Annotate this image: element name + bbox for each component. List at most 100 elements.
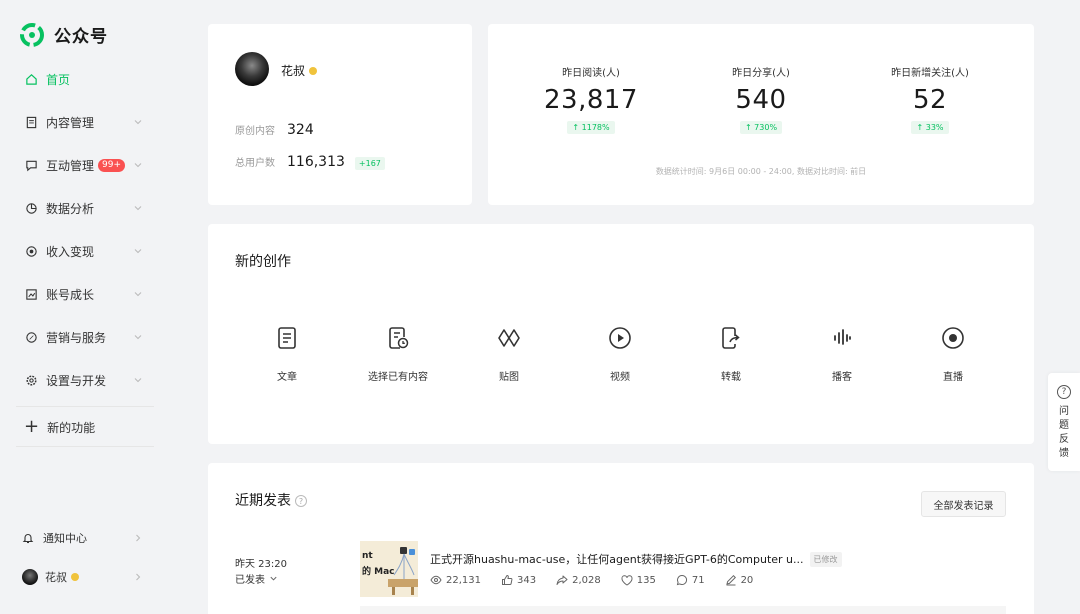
- post-status-label: 已发表: [235, 575, 265, 586]
- create-article-button[interactable]: 文章: [242, 324, 332, 383]
- podcast-icon: [828, 324, 856, 352]
- pencil-icon: [725, 574, 741, 586]
- sidebar-item-label: 首页: [46, 72, 71, 87]
- tool-label: 选择已有内容: [368, 372, 428, 383]
- account-name: 花叔: [45, 571, 67, 584]
- profile-name-text: 花叔: [281, 64, 306, 78]
- post-title[interactable]: 正式开源huashu-mac-use，让任何agent获得接近GPT-6的Com…: [430, 551, 842, 567]
- sidebar-item-label: 设置与开发: [46, 373, 107, 388]
- help-icon: ?: [1057, 385, 1071, 399]
- create-video-button[interactable]: 视频: [575, 324, 665, 383]
- stat-value: 52: [912, 85, 948, 115]
- shares-metric: 2,028: [556, 574, 601, 586]
- likes-metric: 343: [501, 574, 536, 586]
- stat-value: 540: [735, 85, 787, 115]
- heart-icon: [621, 574, 637, 586]
- sidebar-item-settings[interactable]: 设置与开发: [0, 365, 155, 395]
- post-thumbnail[interactable]: nt 的 Mac: [360, 541, 418, 597]
- thumbnail-illustration: [388, 547, 418, 595]
- create-repost-button[interactable]: 转载: [686, 324, 776, 383]
- pie-chart-icon: [24, 201, 38, 215]
- chevron-down-icon: [133, 203, 143, 213]
- comments-metric: 71: [676, 574, 705, 586]
- stat-change-badge: ↑ 730%: [739, 121, 783, 134]
- sidebar-item-interaction[interactable]: 互动管理 99+: [0, 150, 155, 180]
- image-post-icon: [495, 324, 523, 352]
- new-feature-button[interactable]: + 新的功能: [16, 410, 154, 444]
- chevron-down-icon: [133, 160, 143, 170]
- chevron-down-icon: [133, 117, 143, 127]
- share-icon: [556, 574, 572, 586]
- users-delta-badge: +167: [354, 157, 385, 170]
- notification-center[interactable]: 通知中心: [0, 525, 155, 551]
- all-posts-button[interactable]: 全部发表记录: [921, 491, 1006, 517]
- stat-shares[interactable]: 昨日分享(人) 540 ↑ 730%: [671, 64, 851, 134]
- sidebar-item-monetization[interactable]: 收入变现: [0, 236, 155, 266]
- sidebar-item-label: 数据分析: [46, 201, 95, 216]
- article-icon: [273, 324, 301, 352]
- sidebar-item-growth[interactable]: 账号成长: [0, 279, 155, 309]
- divider: [16, 446, 154, 447]
- sidebar: 公众号 首页 内容管理 互动管理 99+ 数据分析 收入变现 账号成长 营销与服…: [0, 0, 170, 614]
- metric-value: 71: [691, 574, 705, 586]
- original-content-stat: 原创内容 324: [235, 122, 314, 138]
- select-existing-button[interactable]: 选择已有内容: [353, 324, 443, 383]
- chat-icon: [24, 158, 38, 172]
- compass-icon: [24, 330, 38, 344]
- chevron-down-icon: [133, 289, 143, 299]
- stat-value[interactable]: 116,313: [287, 154, 345, 170]
- sidebar-item-label: 内容管理: [46, 115, 95, 130]
- tool-label: 贴图: [499, 372, 519, 383]
- stat-label: 昨日分享(人): [732, 68, 790, 79]
- brand[interactable]: 公众号: [20, 22, 108, 47]
- metric-value: 20: [740, 574, 754, 586]
- account-menu[interactable]: 花叔: [0, 564, 155, 590]
- sidebar-item-content[interactable]: 内容管理: [0, 107, 155, 137]
- verified-icon: [309, 66, 318, 75]
- sidebar-item-analytics[interactable]: 数据分析: [0, 193, 155, 223]
- feedback-button[interactable]: ? 问题反馈: [1048, 373, 1080, 471]
- create-live-button[interactable]: 直播: [908, 324, 998, 383]
- existing-content-icon: [384, 324, 412, 352]
- post-title-text: 正式开源huashu-mac-use，让任何agent获得接近GPT-6的Com…: [430, 553, 804, 566]
- bell-icon: [22, 532, 34, 544]
- stat-label: 昨日新增关注(人): [891, 68, 969, 79]
- stat-value[interactable]: 324: [287, 122, 314, 138]
- stats-card: 昨日阅读(人) 23,817 ↑ 1178% 昨日分享(人) 540 ↑ 730…: [488, 24, 1034, 205]
- section-title-text: 近期发表: [235, 493, 291, 509]
- live-icon: [939, 324, 967, 352]
- total-users-stat: 总用户数 116,313 +167: [235, 154, 385, 170]
- create-podcast-button[interactable]: 播客: [797, 324, 887, 383]
- profile-name[interactable]: 花叔: [281, 62, 318, 79]
- divider: [16, 406, 154, 407]
- tool-label: 播客: [832, 372, 852, 383]
- stat-change-badge: ↑ 33%: [911, 121, 949, 134]
- sidebar-item-label: 营销与服务: [46, 330, 107, 345]
- sidebar-item-label: 收入变现: [46, 244, 95, 259]
- plus-icon: +: [24, 416, 40, 437]
- thumbnail-text: nt: [362, 551, 373, 561]
- wechat-official-logo-icon: [20, 22, 44, 47]
- eye-icon: [430, 575, 446, 585]
- stat-label: 昨日阅读(人): [562, 68, 620, 79]
- sidebar-item-marketing[interactable]: 营销与服务: [0, 322, 155, 352]
- post-status-dropdown[interactable]: 已发表: [235, 571, 278, 586]
- help-icon[interactable]: ?: [295, 495, 307, 507]
- chevron-down-icon: [269, 574, 278, 583]
- sidebar-item-label: 账号成长: [46, 287, 95, 302]
- chevron-right-icon: [133, 572, 143, 582]
- edits-metric: 20: [725, 574, 754, 586]
- recent-posts-card: 近期发表? 全部发表记录 昨天 23:20 已发表 nt 的 Mac 正式开源h…: [208, 463, 1034, 614]
- metric-value: 22,131: [446, 574, 481, 586]
- section-title: 近期发表?: [235, 490, 307, 510]
- avatar: [22, 569, 38, 585]
- metric-value: 2,028: [572, 574, 601, 586]
- create-image-post-button[interactable]: 贴图: [464, 324, 554, 383]
- stat-reads[interactable]: 昨日阅读(人) 23,817 ↑ 1178%: [501, 64, 681, 134]
- new-creation-card: 新的创作 文章 选择已有内容 贴图 视频 转载 播客 直播: [208, 224, 1034, 444]
- stat-new-followers[interactable]: 昨日新增关注(人) 52 ↑ 33%: [840, 64, 1020, 134]
- avatar[interactable]: [235, 52, 269, 86]
- stat-label: 原创内容: [235, 126, 275, 137]
- sidebar-item-home[interactable]: 首页: [0, 64, 155, 94]
- tool-label: 转载: [721, 372, 741, 383]
